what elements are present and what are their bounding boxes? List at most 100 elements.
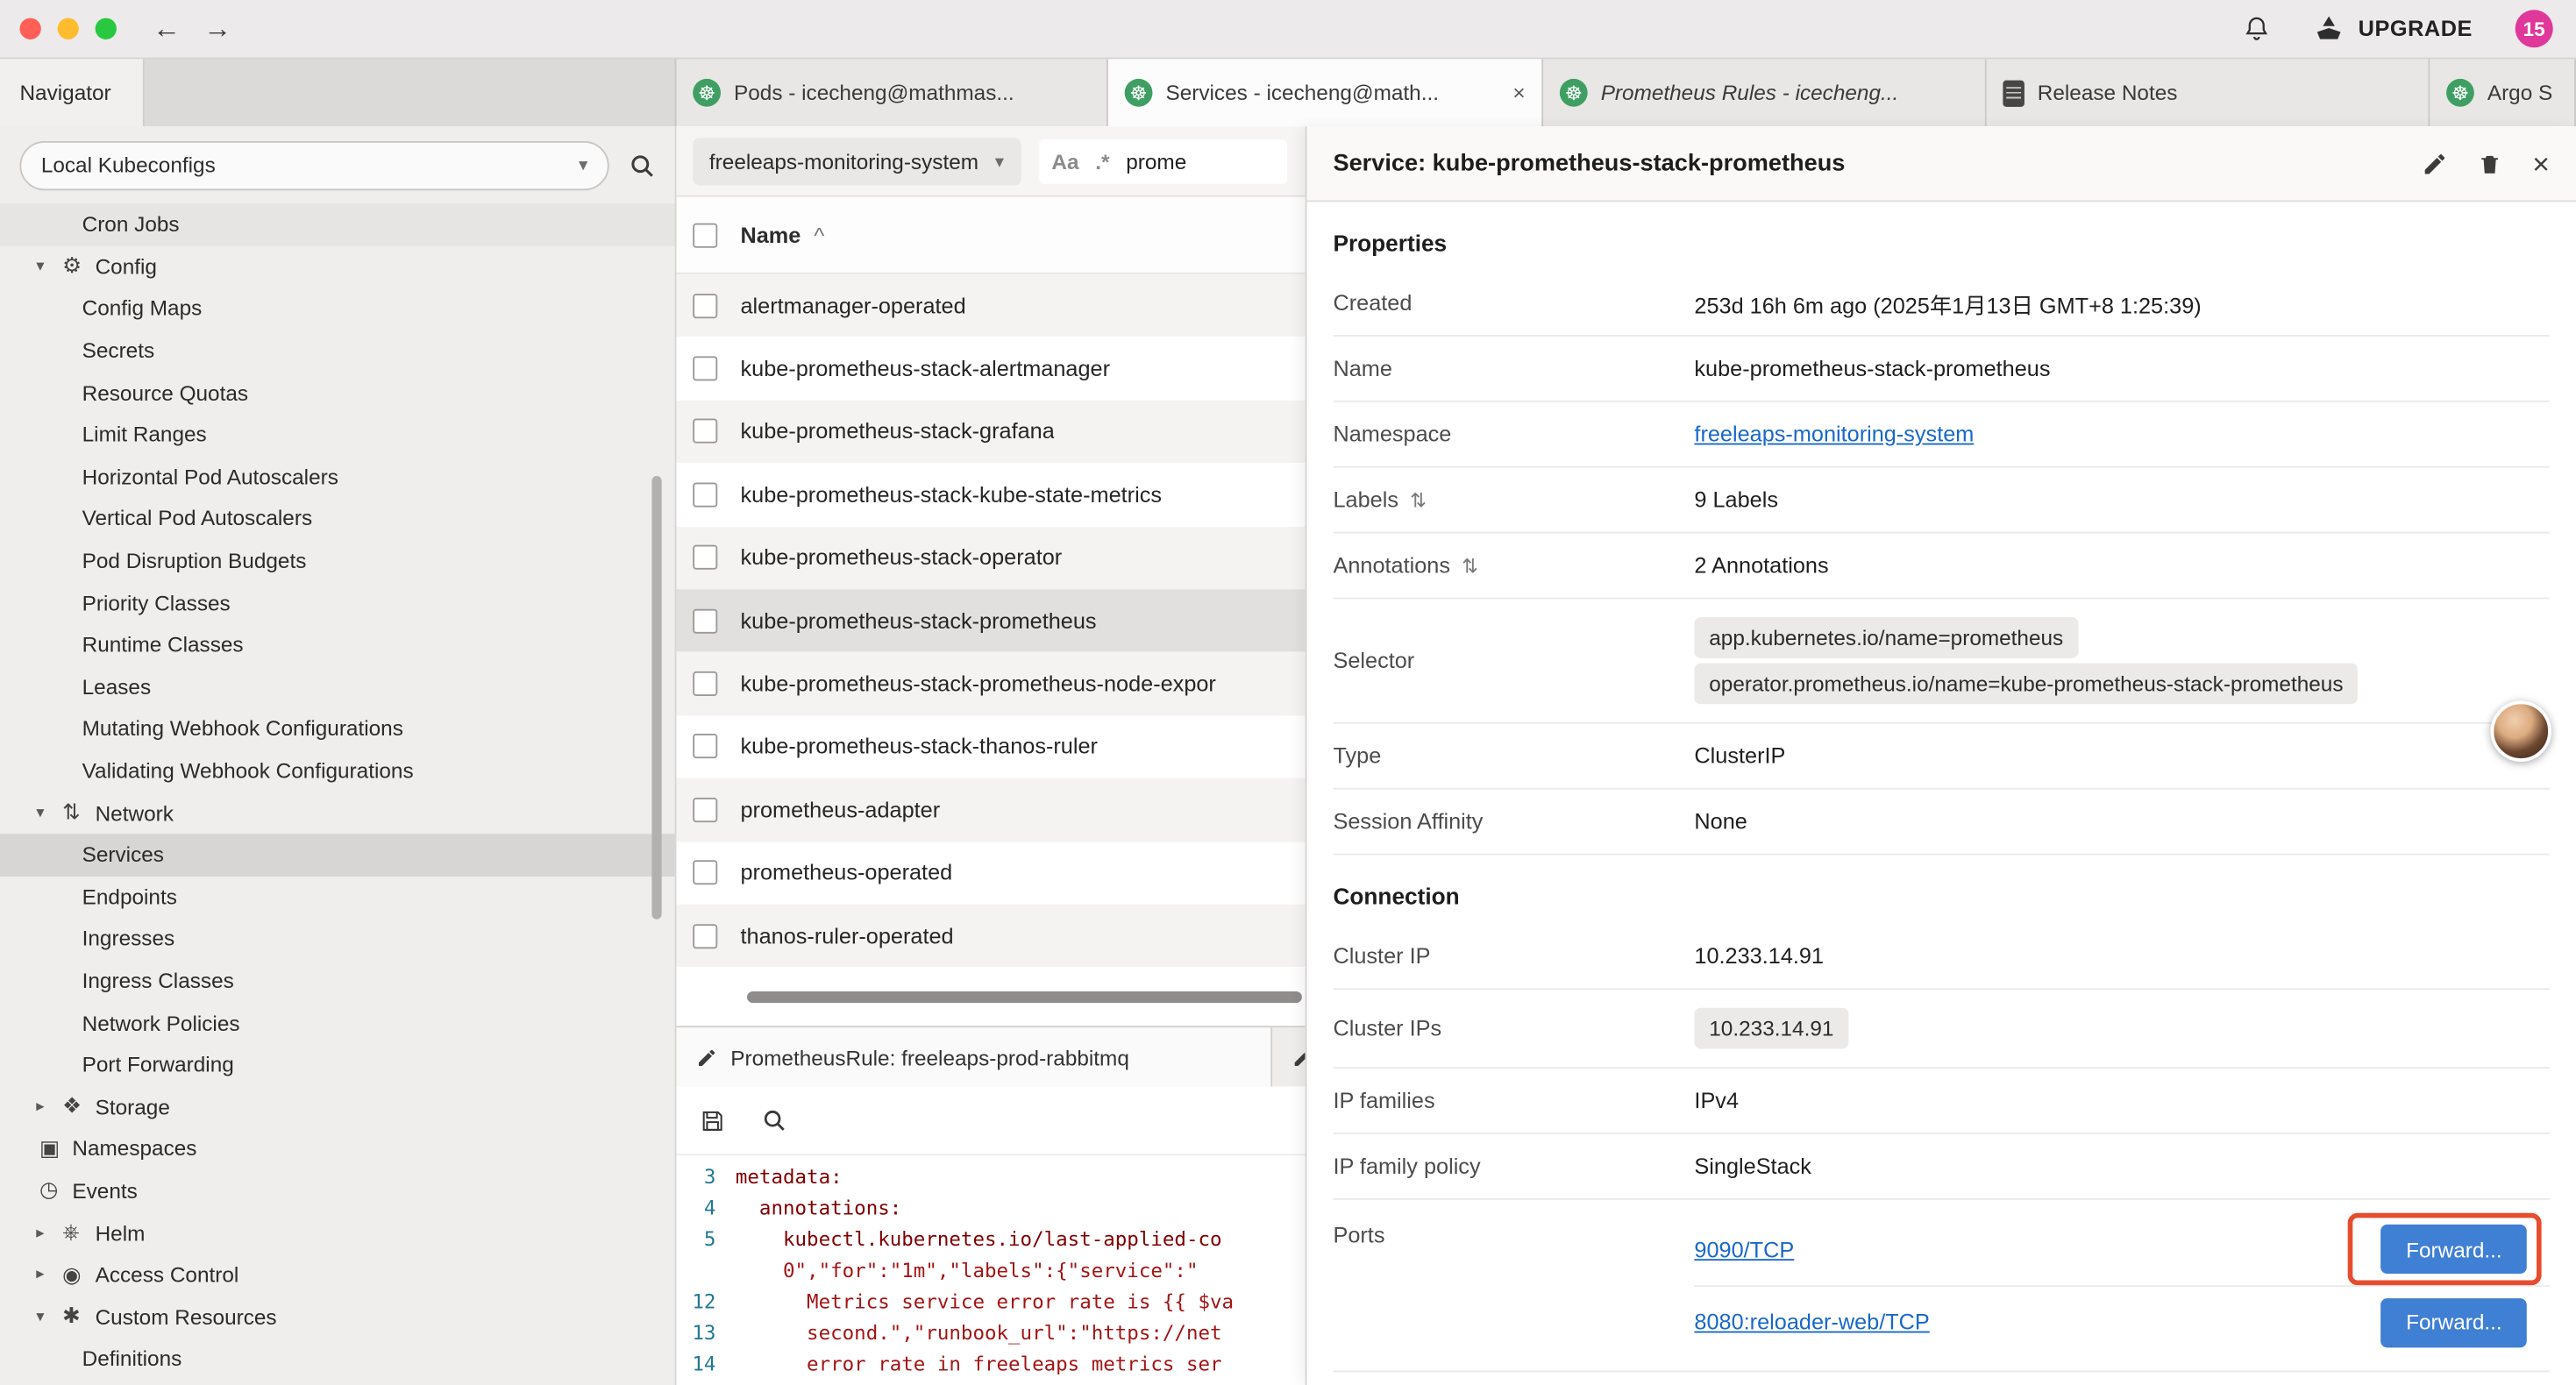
- sidebar-item-leases[interactable]: Leases: [0, 665, 675, 707]
- table-row[interactable]: prometheus-operated: [676, 842, 1305, 905]
- list-search-input[interactable]: Aa .* prome: [1037, 137, 1289, 184]
- forward-button[interactable]: Forward...: [2381, 1297, 2527, 1346]
- code-text: second.","runbook_url":"https://net: [736, 1318, 1222, 1350]
- tab-services-icecheng-math[interactable]: ☸ Services - icecheng@math... ×: [1108, 59, 1543, 126]
- close-drawer-icon[interactable]: ×: [2532, 148, 2550, 178]
- horizontal-scrollbar-track: [676, 991, 1305, 1005]
- sidebar-item-cron-jobs[interactable]: Cron Jobs: [0, 203, 675, 245]
- sidebar-item-runtime-classes[interactable]: Runtime Classes: [0, 623, 675, 665]
- match-case-toggle[interactable]: Aa: [1051, 148, 1078, 173]
- upgrade-button[interactable]: UPGRADE: [2314, 13, 2473, 45]
- drawer-row-namespace: Namespacefreeleaps-monitoring-system: [1333, 402, 2550, 468]
- kubeconfig-selector[interactable]: Local Kubeconfigs ▾: [19, 140, 608, 189]
- sidebar-item-horizontal-pod-autoscalers[interactable]: Horizontal Pod Autoscalers: [0, 456, 675, 498]
- row-checkbox[interactable]: [693, 482, 717, 507]
- horizontal-scrollbar[interactable]: [747, 991, 1302, 1003]
- value-badge: 10.233.14.91: [1694, 1008, 1848, 1049]
- table-row[interactable]: kube-prometheus-stack-kube-state-metrics: [676, 463, 1305, 526]
- sidebar-item-network[interactable]: ▾ ⇅ Network: [0, 792, 675, 834]
- user-avatar[interactable]: [2491, 701, 2551, 762]
- row-checkbox[interactable]: [693, 671, 717, 696]
- row-checkbox[interactable]: [693, 861, 717, 885]
- table-row[interactable]: prometheus-adapter: [676, 778, 1305, 842]
- sidebar-item-custom-resources[interactable]: ▾ ✱ Custom Resources: [0, 1296, 675, 1338]
- tab-argo-s[interactable]: ☸ Argo S: [2430, 59, 2576, 126]
- row-checkbox[interactable]: [693, 798, 717, 822]
- drawer-row-selector: Selectorapp.kubernetes.io/name=prometheu…: [1333, 599, 2550, 723]
- sidebar-item-config-maps[interactable]: Config Maps: [0, 288, 675, 330]
- drawer-label: Session Affinity: [1333, 809, 1694, 834]
- sidebar-item-access-control[interactable]: ▸ ◉ Access Control: [0, 1254, 675, 1296]
- row-checkbox[interactable]: [693, 608, 717, 633]
- sidebar-item-namespaces[interactable]: ▣ Namespaces: [0, 1128, 675, 1170]
- port-link-9090-tcp[interactable]: 9090/TCP: [1694, 1237, 1794, 1261]
- sidebar-item-validating-webhook-configurations[interactable]: Validating Webhook Configurations: [0, 749, 675, 792]
- history-back-button[interactable]: ←: [153, 15, 181, 43]
- trash-icon[interactable]: [2479, 150, 2503, 176]
- sidebar-item-ingress-classes[interactable]: Ingress Classes: [0, 960, 675, 1002]
- table-row[interactable]: kube-prometheus-stack-prometheus-node-ex…: [676, 652, 1305, 715]
- drawer-value: 10.233.14.91: [1694, 990, 2550, 1067]
- save-icon[interactable]: [700, 1107, 726, 1133]
- zoom-window-button[interactable]: [96, 18, 117, 39]
- table-row[interactable]: kube-prometheus-stack-thanos-ruler: [676, 715, 1305, 778]
- tab-prometheus-rules-icecheng[interactable]: ☸ Prometheus Rules - icecheng...: [1543, 59, 1987, 126]
- sidebar-scrollbar[interactable]: [651, 476, 661, 920]
- row-checkbox[interactable]: [693, 294, 717, 318]
- sidebar-item-mutating-webhook-configurations[interactable]: Mutating Webhook Configurations: [0, 707, 675, 749]
- sidebar-item-definitions[interactable]: Definitions: [0, 1338, 675, 1380]
- value-link-freeleaps-monitoring-system[interactable]: freeleaps-monitoring-system: [1694, 422, 1974, 446]
- sidebar-item-secrets[interactable]: Secrets: [0, 330, 675, 372]
- editor-search-icon[interactable]: [762, 1108, 786, 1133]
- sidebar-item-events[interactable]: ◷ Events: [0, 1169, 675, 1211]
- close-tab-icon[interactable]: ×: [1503, 81, 1525, 105]
- minimize-window-button[interactable]: [58, 18, 79, 39]
- sidebar-item-config[interactable]: ▾ ⚙ Config: [0, 245, 675, 288]
- row-checkbox[interactable]: [693, 735, 717, 759]
- expand-toggle-icon[interactable]: ⇅: [1462, 554, 1478, 577]
- table-row[interactable]: thanos-ruler-operated: [676, 905, 1305, 968]
- sidebar-item-priority-classes[interactable]: Priority Classes: [0, 582, 675, 624]
- namespace-selector[interactable]: freeleaps-monitoring-system ▾: [693, 137, 1021, 184]
- table-row[interactable]: kube-prometheus-stack-prometheus: [676, 589, 1305, 652]
- yaml-editor[interactable]: 3 metadata: 4 annotations: 5 kubectl.kub…: [676, 1155, 1305, 1385]
- row-checkbox[interactable]: [693, 356, 717, 380]
- forward-button[interactable]: Forward...: [2381, 1225, 2527, 1274]
- row-checkbox[interactable]: [693, 545, 717, 570]
- drawer-row-cluster-ip: Cluster IP10.233.14.91: [1333, 924, 2550, 990]
- row-checkbox[interactable]: [693, 923, 717, 948]
- sidebar-item-limit-ranges[interactable]: Limit Ranges: [0, 414, 675, 456]
- dock-tab-prometheusrule[interactable]: PrometheusRule: freeleaps-prod-rabbitmq: [676, 1027, 1272, 1086]
- table-row[interactable]: kube-prometheus-stack-grafana: [676, 400, 1305, 463]
- history-forward-button[interactable]: →: [203, 15, 231, 43]
- notification-count-badge[interactable]: 15: [2516, 10, 2553, 47]
- close-window-button[interactable]: [19, 18, 40, 39]
- sidebar-item-storage[interactable]: ▸ ❖ Storage: [0, 1086, 675, 1128]
- table-row[interactable]: kube-prometheus-stack-alertmanager: [676, 337, 1305, 401]
- select-all-checkbox[interactable]: [693, 223, 717, 247]
- sidebar-item-endpoints[interactable]: Endpoints: [0, 876, 675, 918]
- sidebar-item-ingresses[interactable]: Ingresses: [0, 918, 675, 960]
- sidebar-item-helm[interactable]: ▸ ⎈ Helm: [0, 1211, 675, 1254]
- tab-release-notes[interactable]: Release Notes: [1987, 59, 2430, 126]
- column-header-name[interactable]: Name ^: [740, 223, 824, 247]
- sidebar-item-pod-disruption-budgets[interactable]: Pod Disruption Budgets: [0, 540, 675, 582]
- drawer-value: 10.233.14.91: [1694, 931, 2550, 982]
- port-link-8080-reloader-web-tcp[interactable]: 8080:reloader-web/TCP: [1694, 1310, 1929, 1334]
- search-icon[interactable]: [629, 152, 655, 178]
- sidebar-item-port-forwarding[interactable]: Port Forwarding: [0, 1044, 675, 1086]
- table-row[interactable]: alertmanager-operated: [676, 274, 1305, 337]
- edit-pencil-icon[interactable]: [2423, 150, 2449, 176]
- expand-toggle-icon[interactable]: ⇅: [1410, 488, 1427, 511]
- regex-toggle[interactable]: .*: [1095, 148, 1109, 173]
- sidebar-item-network-policies[interactable]: Network Policies: [0, 1002, 675, 1044]
- sidebar-item-resource-quotas[interactable]: Resource Quotas: [0, 372, 675, 414]
- notifications-bell-icon[interactable]: [2244, 15, 2272, 43]
- table-row[interactable]: kube-prometheus-stack-operator: [676, 526, 1305, 589]
- sidebar-item-vertical-pod-autoscalers[interactable]: Vertical Pod Autoscalers: [0, 498, 675, 540]
- sidebar-item-services[interactable]: Services: [0, 834, 675, 876]
- dock-tab-partial[interactable]: [1272, 1027, 1305, 1086]
- tab-pods-icecheng-mathmas[interactable]: ☸ Pods - icecheng@mathmas...: [676, 59, 1107, 126]
- navigator-pane-tab[interactable]: Navigator: [0, 59, 145, 126]
- row-checkbox[interactable]: [693, 419, 717, 444]
